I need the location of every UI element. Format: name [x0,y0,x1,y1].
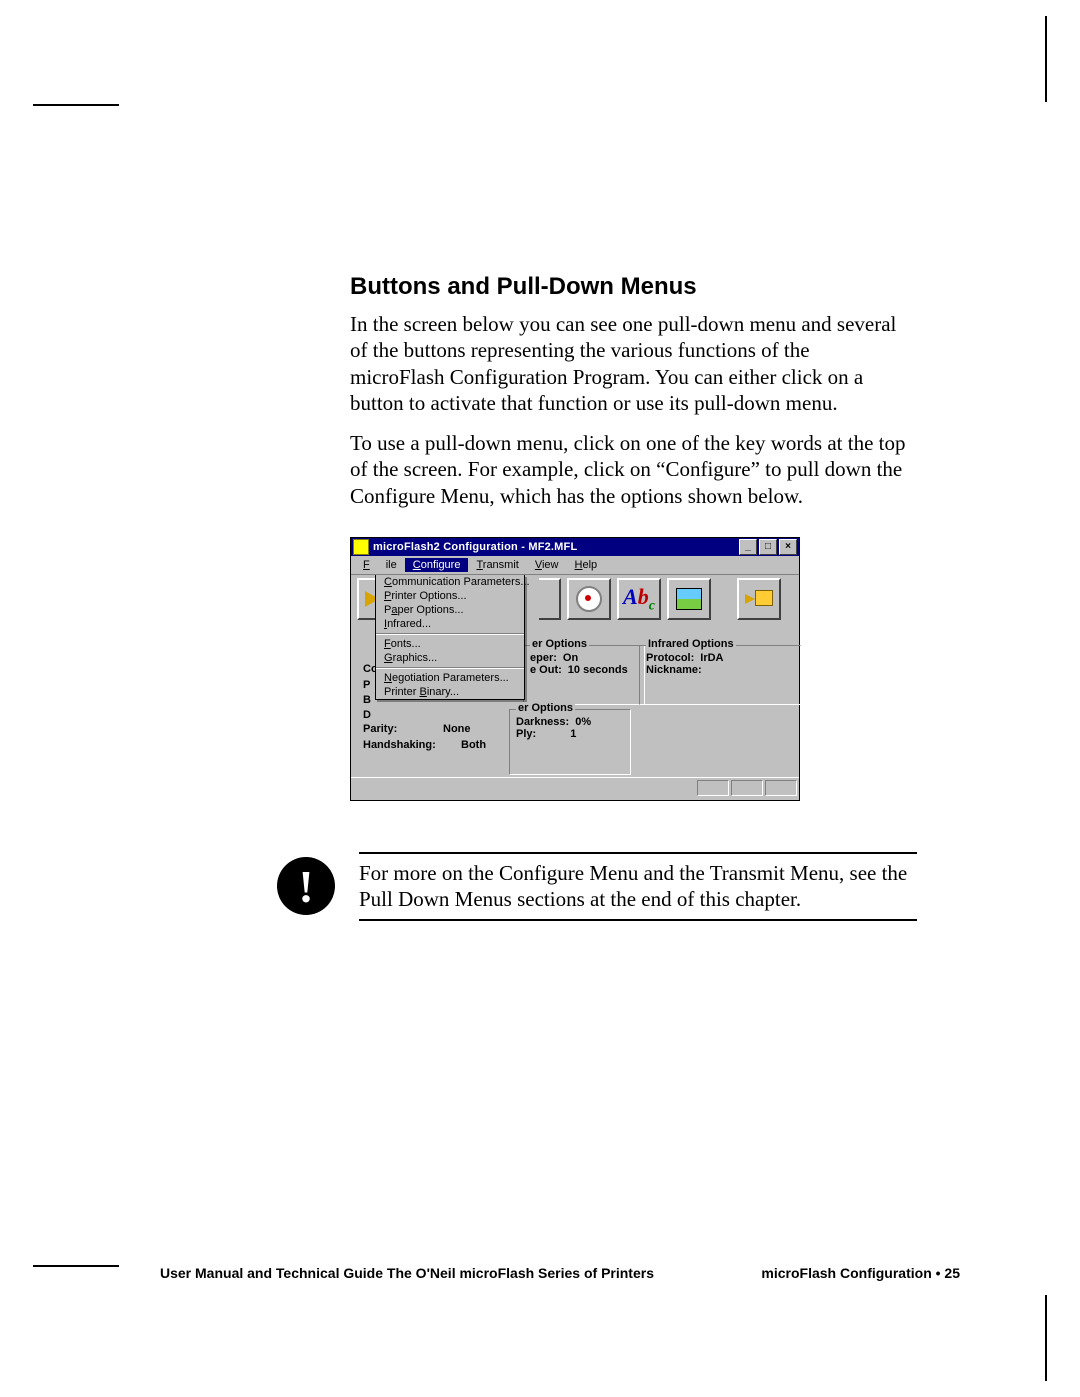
footer-right: microFlash Configuration • 25 [761,1265,960,1281]
toolbar-button-fonts[interactable]: Abc [617,578,661,620]
close-button[interactable]: × [779,539,797,555]
timeout-label: e Out: [530,664,562,676]
minimize-button[interactable]: _ [739,539,757,555]
send-icon [745,590,773,608]
menu-view[interactable]: View [527,558,567,572]
paper-options-legend: er Options [530,638,589,650]
toolbar-button-graphics[interactable] [667,578,711,620]
screenshot-figure: microFlash2 Configuration - MF2.MFL _ □ … [350,537,800,801]
toolbar-button-send[interactable] [737,578,781,620]
window-title: microFlash2 Configuration - MF2.MFL [373,541,737,553]
nickname-label: Nickname: [646,664,702,676]
menu-item-paper-options[interactable]: Paper Options... [376,603,524,617]
menu-configure[interactable]: Configure [405,558,469,572]
infrared-options-group: Infrared Options Protocol:IrDA Nickname: [639,645,801,705]
status-cell-2 [731,780,763,796]
menu-item-printer-binary[interactable]: Printer Binary... [376,685,524,699]
handshaking-label: Handshaking: [363,739,436,751]
protocol-value: IrDA [700,652,723,664]
menu-help[interactable]: Help [567,558,606,572]
status-cell-3 [765,780,797,796]
configure-dropdown: Communication Parameters... Printer Opti… [375,575,525,700]
page-footer: User Manual and Technical Guide The O'Ne… [160,1265,960,1281]
window-titlebar: microFlash2 Configuration - MF2.MFL _ □ … [351,538,799,556]
section-heading: Buttons and Pull-Down Menus [350,273,909,301]
menu-item-fonts[interactable]: Fonts... [376,637,524,651]
note-callout: ! For more on the Configure Menu and the… [277,852,917,921]
parity-value: None [443,723,471,735]
menu-item-comm-params[interactable]: Communication Parameters... [376,575,524,589]
menu-item-graphics[interactable]: Graphics... [376,651,524,665]
comm-group-frag-b: B [363,694,371,706]
menubar: F/*noop*/ile Configure Transmit View Hel… [351,556,799,574]
paper-roll-icon [576,586,602,612]
menu-item-negotiation[interactable]: Negotiation Parameters... [376,671,524,685]
abc-icon: Abc [623,584,655,614]
menu-item-printer-options[interactable]: Printer Options... [376,589,524,603]
printer-options-legend: er Options [516,702,575,714]
ply-label: Ply: [516,728,536,740]
picture-icon [676,588,702,610]
exclamation-icon: ! [277,857,335,915]
parity-label: PParity:arity: [363,723,397,735]
darkness-value: 0% [575,716,591,728]
menu-transmit[interactable]: Transmit [468,558,526,572]
paper-options-group: er Options eper:On e Out:10 seconds [523,645,645,705]
window-client-area: Abc Communication Parameters... Printer … [351,574,799,777]
comm-group-frag-d: D [363,709,371,721]
printer-options-group: er Options Darkness:0% Ply:1 [509,709,631,775]
infrared-legend: Infrared Options [646,638,736,650]
timeout-value: 10 seconds [568,664,628,676]
menu-item-infrared[interactable]: Infrared... [376,617,524,631]
maximize-button[interactable]: □ [759,539,777,555]
beeper-label: eper: [530,652,557,664]
footer-left: User Manual and Technical Guide The O'Ne… [160,1265,654,1281]
ply-value: 1 [570,728,576,740]
darkness-label: Darkness: [516,716,569,728]
toolbar-button-paper[interactable] [567,578,611,620]
status-cell-1 [697,780,729,796]
body-para-1: In the screen below you can see one pull… [350,311,909,416]
protocol-label: Protocol: [646,652,694,664]
body-para-2: To use a pull-down menu, click on one of… [350,430,909,509]
app-icon [353,539,369,555]
handshaking-value: Both [461,739,486,751]
statusbar [351,777,799,800]
note-text: For more on the Configure Menu and the T… [359,852,917,921]
beeper-value: On [563,652,578,664]
menu-file[interactable]: F/*noop*/ile [355,558,405,572]
comm-group-frag-p: P [363,679,370,691]
toolbar-button-doc-cut[interactable] [539,578,561,620]
